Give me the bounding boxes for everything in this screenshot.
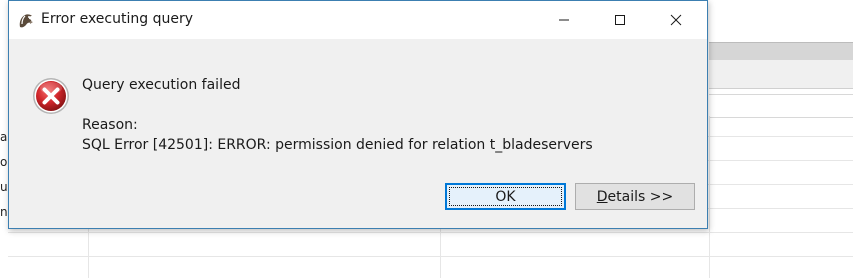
background-cell-fragment: u <box>0 180 8 194</box>
close-icon <box>670 11 682 30</box>
minimize-icon <box>558 11 570 30</box>
ok-button[interactable]: OK <box>445 183 566 210</box>
error-message: SQL Error [42501]: ERROR: permission den… <box>82 137 593 153</box>
background-toolbar <box>709 60 853 89</box>
error-icon <box>31 76 71 116</box>
dialog-title: Error executing query <box>41 11 193 27</box>
ok-button-label: OK <box>495 188 516 205</box>
dialog-titlebar[interactable]: Error executing query <box>9 1 707 39</box>
close-button[interactable] <box>653 1 699 39</box>
background-row-divider <box>0 232 853 233</box>
dbeaver-beaver-icon <box>17 12 35 30</box>
error-dialog: Error executing query Query execution fa… <box>8 0 708 229</box>
reason-label: Reason: <box>82 117 138 133</box>
details-button-label: Details >> <box>597 189 673 205</box>
error-heading: Query execution failed <box>82 77 241 93</box>
background-header-bar <box>709 42 853 61</box>
background-column-divider <box>709 116 710 278</box>
background-column-header <box>709 94 853 118</box>
minimize-button[interactable] <box>541 1 587 39</box>
background-cell-fragment: o <box>0 155 8 169</box>
background-row-divider <box>0 256 853 257</box>
details-mnemonic: D <box>596 188 608 205</box>
details-label-rest: etails >> <box>607 188 674 205</box>
screen: a o u n Error executing query Query exec… <box>0 0 853 278</box>
background-cell-fragment: n <box>0 205 8 219</box>
details-button[interactable]: Details >> <box>575 183 695 210</box>
background-cell-fragment: a <box>0 130 8 144</box>
maximize-icon <box>614 11 626 30</box>
maximize-button[interactable] <box>597 1 643 39</box>
